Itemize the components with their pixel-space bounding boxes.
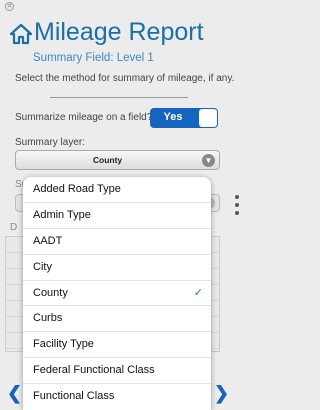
more-options-icon[interactable] [235,195,240,219]
chevron-right-icon[interactable]: ❯ [214,383,229,404]
summary-layer-label: Summary layer: [15,137,86,148]
dropdown-option[interactable]: Facility Type [23,332,211,359]
page-subtitle: Summary Field: Level 1 [33,52,154,64]
dropdown-option[interactable]: City [23,255,211,281]
check-icon: ✓ [193,286,203,299]
toggle-label: Yes [163,111,183,123]
toggle-knob [199,109,217,127]
page-title: Mileage Report [34,18,204,46]
dropdown-option[interactable]: Curbs [23,306,211,333]
chevron-left-icon[interactable]: ❮ [7,383,22,404]
dropdown-option-selected[interactable]: County ✓ [23,281,211,307]
dropdown-option[interactable]: Added Road Type [23,177,211,203]
divider [50,97,188,98]
home-icon[interactable] [10,23,32,45]
summarize-toggle[interactable]: Yes [150,108,218,128]
summary-layer-select[interactable]: County ▼ [15,150,220,170]
dropdown-option[interactable]: Federal Functional Class [23,358,211,385]
dropdown-option[interactable]: AADT [23,229,211,255]
instruction-text: Select the method for summary of mileage… [15,73,235,84]
summary-layer-value: County [92,155,123,165]
header: Mileage Report Summary Field: Level 1 [10,18,240,65]
dropdown-option[interactable]: Admin Type [23,203,211,229]
summarize-label: Summarize mileage on a field? [15,112,153,123]
window-close-icon[interactable]: ✕ [5,2,14,11]
obscured-label: D [10,222,18,233]
summary-layer-dropdown: Added Road Type Admin Type AADT City Cou… [23,177,211,410]
dropdown-option[interactable]: Functional Class [23,384,211,410]
chevron-down-icon: ▼ [202,154,215,167]
